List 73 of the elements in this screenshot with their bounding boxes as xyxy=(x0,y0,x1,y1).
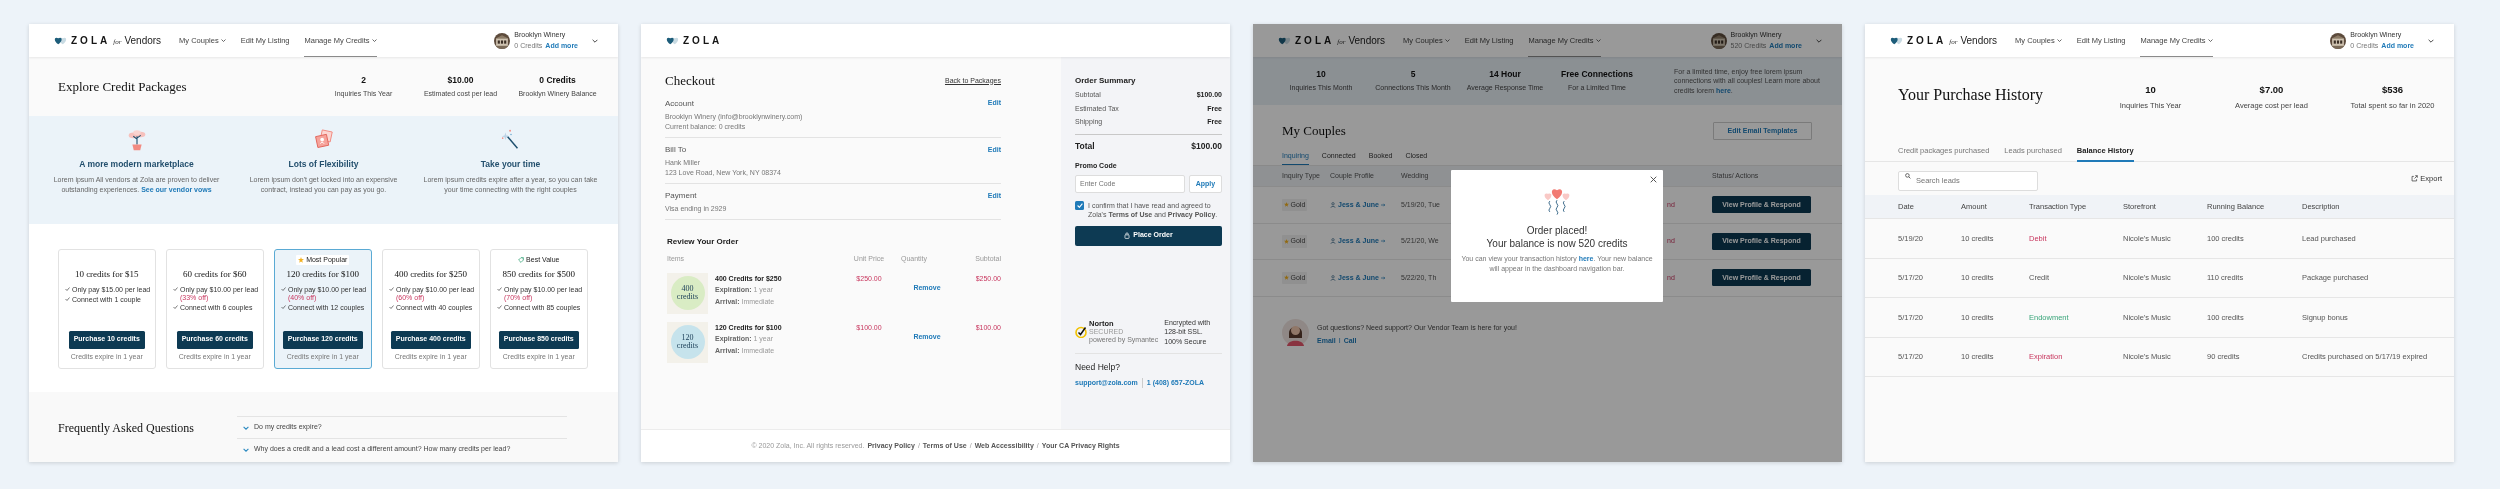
hearts-logo-icon xyxy=(53,36,68,45)
check-icon xyxy=(497,287,502,291)
stat-value: 14 Hour xyxy=(1489,68,1521,82)
star-icon xyxy=(1284,275,1289,281)
lock-icon xyxy=(1124,232,1131,240)
stat-value: $10.00 xyxy=(447,73,474,87)
star-icon xyxy=(1284,238,1289,244)
total-label: Total xyxy=(1075,139,1095,153)
stat-value: 0 Credits xyxy=(539,73,576,87)
search-icon xyxy=(1905,173,1911,180)
check-icon xyxy=(281,305,286,310)
chevron-down-icon[interactable] xyxy=(2428,38,2434,43)
stat-value: 5 xyxy=(1410,68,1416,82)
package-title: 850 credits for $500 xyxy=(502,268,576,281)
stat-value: $7.00 xyxy=(2259,83,2284,97)
tag-icon xyxy=(518,257,525,263)
close-icon[interactable] xyxy=(1650,176,1657,183)
total-value: $100.00 xyxy=(1191,139,1222,153)
check-icon xyxy=(389,287,394,291)
arrow-icon xyxy=(1380,202,1386,207)
export-icon xyxy=(2411,175,2419,182)
check-icon xyxy=(65,287,70,291)
page-title: My Couples xyxy=(1282,122,1346,140)
arrow-icon xyxy=(1380,239,1386,244)
star-icon xyxy=(1284,202,1289,208)
person-icon xyxy=(1330,238,1336,245)
help-title: Need Help? xyxy=(1075,360,1121,374)
check-icon xyxy=(173,305,178,310)
faq-title: Frequently Asked Questions xyxy=(58,420,195,437)
package-title: 400 credits for $250 xyxy=(394,268,468,281)
stat-value: $536 xyxy=(2381,83,2404,97)
page-title: Your Purchase History xyxy=(1898,85,2044,106)
stat-value: 2 xyxy=(361,73,366,87)
dialog-title: Order placed! xyxy=(1526,224,1588,237)
chevron-down-icon xyxy=(243,447,249,452)
check-icon xyxy=(65,297,70,302)
person-icon xyxy=(1330,201,1336,208)
hearts-logo-icon xyxy=(1889,36,1904,45)
feature-title: Take your time xyxy=(480,158,541,171)
package-title: 60 credits for $60 xyxy=(182,268,247,281)
checkbox[interactable] xyxy=(1075,200,1084,210)
support-avatar xyxy=(1282,318,1309,346)
check-seal-icon xyxy=(1075,325,1087,338)
credit-image: 120 credits xyxy=(667,321,708,363)
review-title: Review Your Order xyxy=(667,236,740,249)
chevron-down-icon[interactable] xyxy=(592,38,598,43)
brand-logo[interactable]: ZOLA xyxy=(683,33,723,48)
check-icon xyxy=(497,305,502,310)
balance-message: Your balance is now 520 credits xyxy=(1486,237,1628,250)
stat-value: 10 xyxy=(2145,83,2156,97)
page-title: Explore Credit Packages xyxy=(58,77,187,96)
check-icon xyxy=(281,287,286,291)
check-icon xyxy=(389,305,394,310)
page-title: Checkout xyxy=(665,72,715,90)
credit-image: 400 credits xyxy=(667,272,708,314)
star-icon xyxy=(298,257,305,263)
package-title: 10 credits for $15 xyxy=(74,268,139,281)
section-heading: Bill To xyxy=(665,143,687,156)
hearts-logo-icon xyxy=(665,36,680,45)
feature-title: Lots of Flexibility xyxy=(288,158,359,171)
package-title: 120 credits for $100 xyxy=(286,268,360,281)
person-icon xyxy=(1330,274,1336,281)
chevron-down-icon[interactable] xyxy=(1816,38,1822,43)
feature-title: A more modern marketplace xyxy=(79,158,194,171)
hearts-logo-icon xyxy=(1277,36,1292,45)
arrow-icon xyxy=(1380,275,1386,280)
section-heading: Account xyxy=(665,97,694,110)
section-heading: Payment xyxy=(665,190,697,203)
chevron-down-icon xyxy=(243,425,249,430)
check-icon xyxy=(173,287,178,291)
stat-value: Free Connections xyxy=(1561,68,1633,82)
stat-value: 10 xyxy=(1316,68,1326,82)
summary-title: Order Summary xyxy=(1075,75,1137,87)
